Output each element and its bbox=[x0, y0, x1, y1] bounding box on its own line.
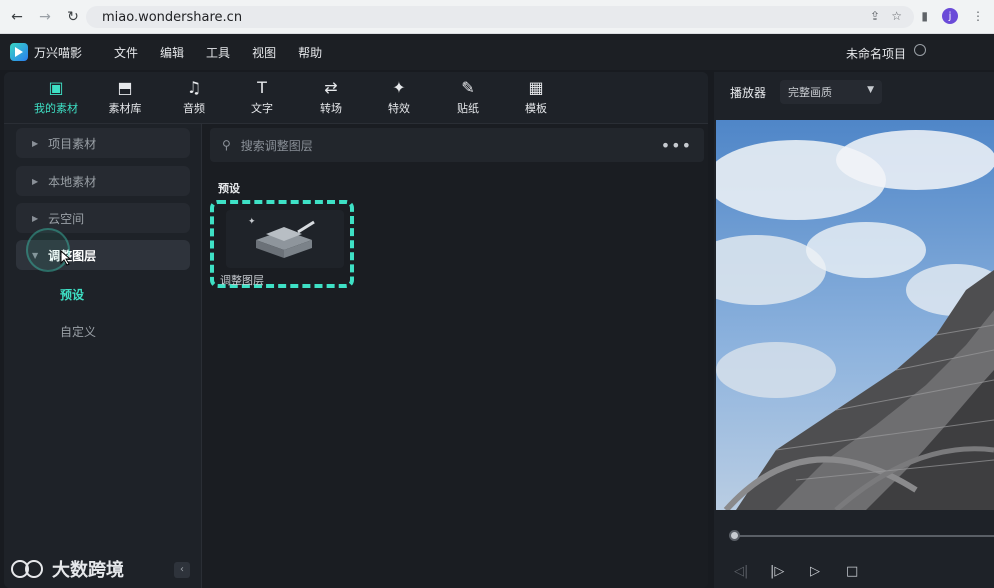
share-icon[interactable]: ⇪ bbox=[870, 9, 880, 23]
player-title: 播放器 bbox=[730, 85, 767, 100]
tab-label: 素材库 bbox=[108, 102, 142, 115]
kebab-menu-icon[interactable]: ⋮ bbox=[972, 9, 984, 23]
quality-value: 完整画质 bbox=[788, 86, 832, 99]
svg-text:✦: ✦ bbox=[248, 217, 256, 227]
sidebar-item-local-media[interactable]: ▶ 本地素材 bbox=[16, 166, 190, 196]
caret-right-icon: ▶ bbox=[32, 213, 39, 223]
project-name[interactable]: 未命名项目 bbox=[846, 45, 906, 62]
sticker-icon: ✎ bbox=[461, 78, 475, 97]
watermark-logo-icon bbox=[11, 560, 43, 578]
sidebar-item-label: 本地素材 bbox=[48, 174, 97, 189]
effects-icon: ✦ bbox=[392, 78, 406, 97]
sidebar-item-label: 云空间 bbox=[48, 211, 85, 226]
watermark-text: 大数跨境 bbox=[52, 560, 124, 581]
adjustment-layer-icon: ✦ bbox=[248, 217, 315, 258]
tab-stock-media[interactable]: ⬒ 素材库 bbox=[95, 78, 155, 116]
media-content: ⚲ 搜索调整图层 ••• 预设 ✦ 调整图层 bbox=[202, 124, 708, 588]
app-window: 万兴喵影 文件 编辑 工具 视图 帮助 未命名项目 ▣ 我的素材 ⬒ 素材库 ♫… bbox=[0, 34, 994, 588]
browser-toolbar: ← → ↻ miao.wondershare.cn ⇪ ☆ ▮ j ⋮ bbox=[0, 0, 994, 34]
logo-icon bbox=[10, 43, 28, 61]
sidebar-item-label: 项目素材 bbox=[48, 136, 97, 151]
sidebar-subitem-presets[interactable]: 预设 bbox=[60, 286, 84, 303]
timeline-scrubber[interactable] bbox=[734, 535, 994, 537]
more-options-icon[interactable]: ••• bbox=[661, 136, 692, 155]
tab-effects[interactable]: ✦ 特效 bbox=[369, 78, 429, 116]
tab-label: 贴纸 bbox=[457, 102, 479, 115]
my-media-icon: ▣ bbox=[48, 78, 64, 97]
menu-edit[interactable]: 编辑 bbox=[160, 44, 184, 61]
tab-my-media[interactable]: ▣ 我的素材 bbox=[26, 78, 86, 116]
caret-right-icon: ▶ bbox=[32, 176, 39, 186]
player-panel: 播放器 完整画质 ▼ ◁| |▷ ▷ □ bbox=[714, 72, 994, 588]
forward-arrow-icon[interactable]: → bbox=[34, 6, 56, 28]
player-controls: ◁| |▷ ▷ □ bbox=[714, 512, 994, 588]
tab-templates[interactable]: ▦ 模板 bbox=[506, 78, 566, 116]
reload-icon[interactable]: ↻ bbox=[62, 6, 84, 28]
menu-bar: 万兴喵影 文件 编辑 工具 视图 帮助 未命名项目 bbox=[0, 34, 994, 70]
menu-view[interactable]: 视图 bbox=[252, 44, 276, 61]
app-name: 万兴喵影 bbox=[34, 45, 83, 60]
media-sidebar: ▶ 项目素材 ▶ 本地素材 ▶ 云空间 ▼ 调整图层 预设 自定义 bbox=[4, 124, 202, 588]
search-placeholder: 搜索调整图层 bbox=[240, 138, 313, 153]
menu-tools[interactable]: 工具 bbox=[206, 44, 230, 61]
search-input[interactable]: ⚲ 搜索调整图层 ••• bbox=[210, 128, 704, 162]
prev-frame-icon[interactable]: ◁| bbox=[734, 564, 748, 579]
asset-thumbnail: ✦ bbox=[226, 210, 344, 268]
cursor-icon bbox=[60, 250, 72, 266]
saved-check-icon bbox=[914, 44, 926, 56]
stop-icon[interactable]: □ bbox=[846, 564, 858, 579]
back-arrow-icon[interactable]: ← bbox=[6, 6, 28, 28]
menu-file[interactable]: 文件 bbox=[114, 44, 138, 61]
sidebar-item-adjustment-layer[interactable]: ▼ 调整图层 bbox=[16, 228, 190, 272]
step-forward-icon[interactable]: |▷ bbox=[770, 564, 784, 579]
media-toolbar: ▣ 我的素材 ⬒ 素材库 ♫ 音频 T 文字 ⇄ 转场 ✦ 特效 ✎ 贴纸 ▦ … bbox=[4, 72, 708, 124]
play-icon[interactable]: ▷ bbox=[810, 564, 820, 579]
avatar[interactable]: j bbox=[942, 8, 958, 24]
tab-audio[interactable]: ♫ 音频 bbox=[164, 78, 224, 116]
url-text[interactable]: miao.wondershare.cn bbox=[102, 10, 242, 25]
address-bar[interactable]: miao.wondershare.cn ⇪ ☆ bbox=[86, 6, 914, 28]
search-icon: ⚲ bbox=[222, 138, 231, 152]
playhead-handle[interactable] bbox=[729, 530, 740, 541]
caret-right-icon: ▶ bbox=[32, 138, 39, 148]
music-note-icon: ♫ bbox=[186, 78, 202, 97]
section-title: 预设 bbox=[218, 182, 240, 195]
sidebar-toggle-icon[interactable]: ▮ bbox=[921, 9, 928, 23]
tab-label: 模板 bbox=[525, 102, 547, 115]
media-panel: ▣ 我的素材 ⬒ 素材库 ♫ 音频 T 文字 ⇄ 转场 ✦ 特效 ✎ 贴纸 ▦ … bbox=[4, 72, 708, 588]
asset-label: 调整图层 bbox=[220, 274, 264, 287]
text-icon: T bbox=[257, 78, 267, 97]
menu-help[interactable]: 帮助 bbox=[298, 44, 322, 61]
transition-icon: ⇄ bbox=[324, 78, 338, 97]
stock-media-icon: ⬒ bbox=[117, 78, 133, 97]
sidebar-item-project-media[interactable]: ▶ 项目素材 bbox=[16, 128, 190, 158]
tab-label: 我的素材 bbox=[34, 102, 78, 115]
adjustment-layer-asset[interactable]: ✦ 调整图层 bbox=[210, 200, 354, 288]
watermark: 大数跨境 bbox=[10, 556, 124, 582]
bookmark-star-icon[interactable]: ☆ bbox=[891, 9, 902, 23]
chevron-down-icon: ▼ bbox=[867, 85, 874, 95]
player-header: 播放器 完整画质 ▼ bbox=[714, 72, 994, 112]
tab-label: 转场 bbox=[320, 102, 342, 115]
tab-stickers[interactable]: ✎ 贴纸 bbox=[438, 78, 498, 116]
quality-select[interactable]: 完整画质 ▼ bbox=[780, 80, 882, 104]
tab-text[interactable]: T 文字 bbox=[232, 78, 292, 116]
collapse-panel-icon[interactable]: ‹ bbox=[174, 562, 190, 578]
tab-label: 特效 bbox=[388, 102, 410, 115]
template-icon: ▦ bbox=[528, 78, 544, 97]
sidebar-subitem-custom[interactable]: 自定义 bbox=[60, 323, 96, 340]
tab-label: 文字 bbox=[251, 102, 273, 115]
menu-items: 文件 编辑 工具 视图 帮助 bbox=[114, 44, 322, 61]
tab-transitions[interactable]: ⇄ 转场 bbox=[301, 78, 361, 116]
app-logo: 万兴喵影 bbox=[10, 43, 82, 61]
tab-label: 音频 bbox=[183, 102, 205, 115]
video-preview bbox=[716, 120, 994, 510]
eiffel-tower-image bbox=[716, 120, 994, 510]
